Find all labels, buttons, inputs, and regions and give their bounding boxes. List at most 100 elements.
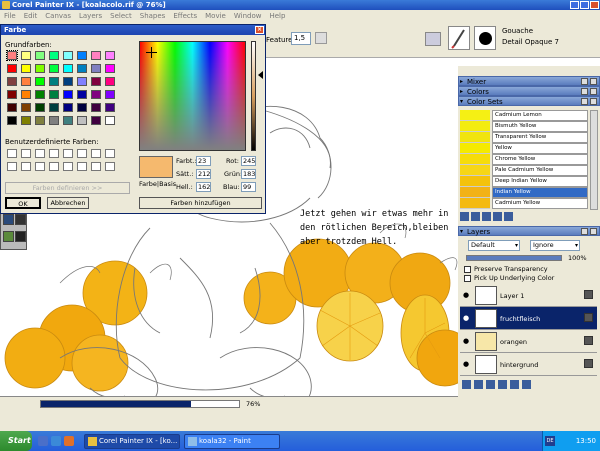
zoom-level[interactable]: 76% (246, 400, 260, 408)
custom-color-swatch[interactable] (7, 149, 17, 158)
custom-color-swatch[interactable] (21, 162, 31, 171)
panel-menu-icon[interactable] (581, 228, 588, 235)
dialog-close-icon[interactable]: × (255, 26, 264, 34)
eye-icon[interactable]: ● (463, 314, 469, 322)
basic-color-swatch[interactable] (77, 77, 87, 86)
red-field[interactable]: 245 (241, 156, 256, 166)
menu-edit[interactable]: Edit (20, 12, 42, 20)
opacity-slider[interactable] (466, 255, 562, 261)
color-set-item[interactable]: Pale Cadmium Yellow (460, 165, 588, 176)
add-to-custom-colors-button[interactable]: Farben hinzufügen (139, 197, 262, 209)
brush-category[interactable]: Gouache (502, 27, 533, 35)
property-option-button[interactable] (315, 32, 327, 44)
luminance-arrow-icon[interactable] (258, 71, 263, 79)
basic-color-swatch[interactable] (63, 103, 73, 112)
cancel-button[interactable]: Abbrechen (47, 197, 89, 209)
basic-color-swatch[interactable] (21, 90, 31, 99)
basic-color-swatch[interactable] (49, 77, 59, 86)
task-painter[interactable]: Corel Painter IX - [ko... (84, 434, 180, 449)
hue-field[interactable]: 23 (196, 156, 211, 166)
custom-color-swatch[interactable] (63, 162, 73, 171)
custom-color-swatch[interactable] (35, 149, 45, 158)
basic-color-swatch[interactable] (49, 103, 59, 112)
menu-window[interactable]: Window (230, 12, 266, 20)
basic-color-swatch[interactable] (105, 90, 115, 99)
color-set-item[interactable]: Bismuth Yellow (460, 121, 588, 132)
zoom-slider[interactable] (40, 400, 240, 408)
custom-color-swatch[interactable] (91, 162, 101, 171)
basic-color-swatch[interactable] (77, 116, 87, 125)
basic-color-swatch[interactable] (105, 103, 115, 112)
tool-gradient-icon[interactable] (3, 231, 14, 242)
basic-color-swatch[interactable] (49, 51, 59, 60)
basic-color-swatch[interactable] (6, 50, 18, 61)
basic-color-swatch[interactable] (63, 64, 73, 73)
custom-color-swatch[interactable] (35, 162, 45, 171)
basic-color-swatch[interactable] (21, 116, 31, 125)
colors-panel-header[interactable]: Colors (458, 86, 600, 97)
ok-button[interactable]: OK (5, 197, 41, 209)
panel-menu-icon[interactable] (581, 88, 588, 95)
basic-color-swatch[interactable] (91, 90, 101, 99)
basic-color-swatch[interactable] (105, 51, 115, 60)
brush-variant[interactable]: Detail Opaque 7 (502, 38, 559, 46)
panel-close-icon[interactable] (590, 98, 597, 105)
preserve-transparency-checkbox[interactable] (464, 266, 471, 273)
basic-color-swatch[interactable] (21, 64, 31, 73)
layer-row[interactable]: ● hintergrund (460, 353, 597, 376)
basic-color-swatch[interactable] (35, 90, 45, 99)
basic-color-swatch[interactable] (105, 77, 115, 86)
layer-row[interactable]: ● Layer 1 (460, 284, 597, 307)
basic-color-swatch[interactable] (91, 64, 101, 73)
basic-color-swatch[interactable] (77, 64, 87, 73)
menu-layers[interactable]: Layers (75, 12, 106, 20)
panel-menu-icon[interactable] (581, 78, 588, 85)
color-set-scrollbar[interactable] (590, 110, 598, 210)
firefox-icon[interactable] (64, 436, 74, 446)
tool-nozzle-icon[interactable] (15, 231, 26, 242)
basic-color-swatch[interactable] (105, 64, 115, 73)
menu-movie[interactable]: Movie (201, 12, 230, 20)
basic-color-swatch[interactable] (63, 77, 73, 86)
color-set-item[interactable]: Yellow (460, 143, 588, 154)
basic-color-swatch[interactable] (35, 103, 45, 112)
basic-color-swatch[interactable] (7, 90, 17, 99)
custom-color-swatch[interactable] (49, 149, 59, 158)
pick-up-underlying-checkbox[interactable] (464, 275, 471, 282)
brush-variant-icon[interactable] (474, 26, 496, 50)
minimize-button[interactable] (570, 1, 579, 9)
panel-close-icon[interactable] (590, 78, 597, 85)
brush-tracking-button[interactable] (425, 32, 441, 46)
basic-color-swatch[interactable] (77, 51, 87, 60)
custom-color-swatch[interactable] (63, 149, 73, 158)
language-indicator[interactable]: DE (545, 436, 555, 446)
brush-category-icon[interactable] (448, 26, 470, 50)
menu-canvas[interactable]: Canvas (41, 12, 75, 20)
color-set-item[interactable]: Cadmium Lemon (460, 110, 588, 121)
eye-icon[interactable]: ● (463, 360, 469, 368)
custom-color-swatch[interactable] (21, 149, 31, 158)
color-set-item[interactable]: Deep Indian Yellow (460, 176, 588, 187)
basic-color-swatch[interactable] (63, 51, 73, 60)
custom-color-swatch[interactable] (7, 162, 17, 171)
basic-color-swatch[interactable] (7, 77, 17, 86)
green-field[interactable]: 183 (241, 169, 256, 179)
menu-select[interactable]: Select (106, 12, 136, 20)
ie-icon[interactable] (51, 436, 61, 446)
mixer-panel-header[interactable]: Mixer (458, 76, 600, 87)
basic-color-swatch[interactable] (49, 90, 59, 99)
layers-panel-header[interactable]: Layers (458, 226, 600, 237)
layer-row-selected[interactable]: ● fruchtfleisch (460, 307, 597, 330)
basic-color-swatch[interactable] (35, 64, 45, 73)
color-set-item[interactable]: Transparent Yellow (460, 132, 588, 143)
menu-file[interactable]: File (0, 12, 20, 20)
color-set-item[interactable]: Chrome Yellow (460, 154, 588, 165)
color-set-item[interactable]: Indian Yellow (460, 187, 588, 198)
basic-color-swatch[interactable] (49, 64, 59, 73)
basic-color-swatch[interactable] (77, 90, 87, 99)
menu-help[interactable]: Help (265, 12, 289, 20)
basic-color-swatch[interactable] (7, 64, 17, 73)
blue-field[interactable]: 99 (241, 182, 256, 192)
basic-color-swatch[interactable] (7, 103, 17, 112)
menu-effects[interactable]: Effects (169, 12, 201, 20)
